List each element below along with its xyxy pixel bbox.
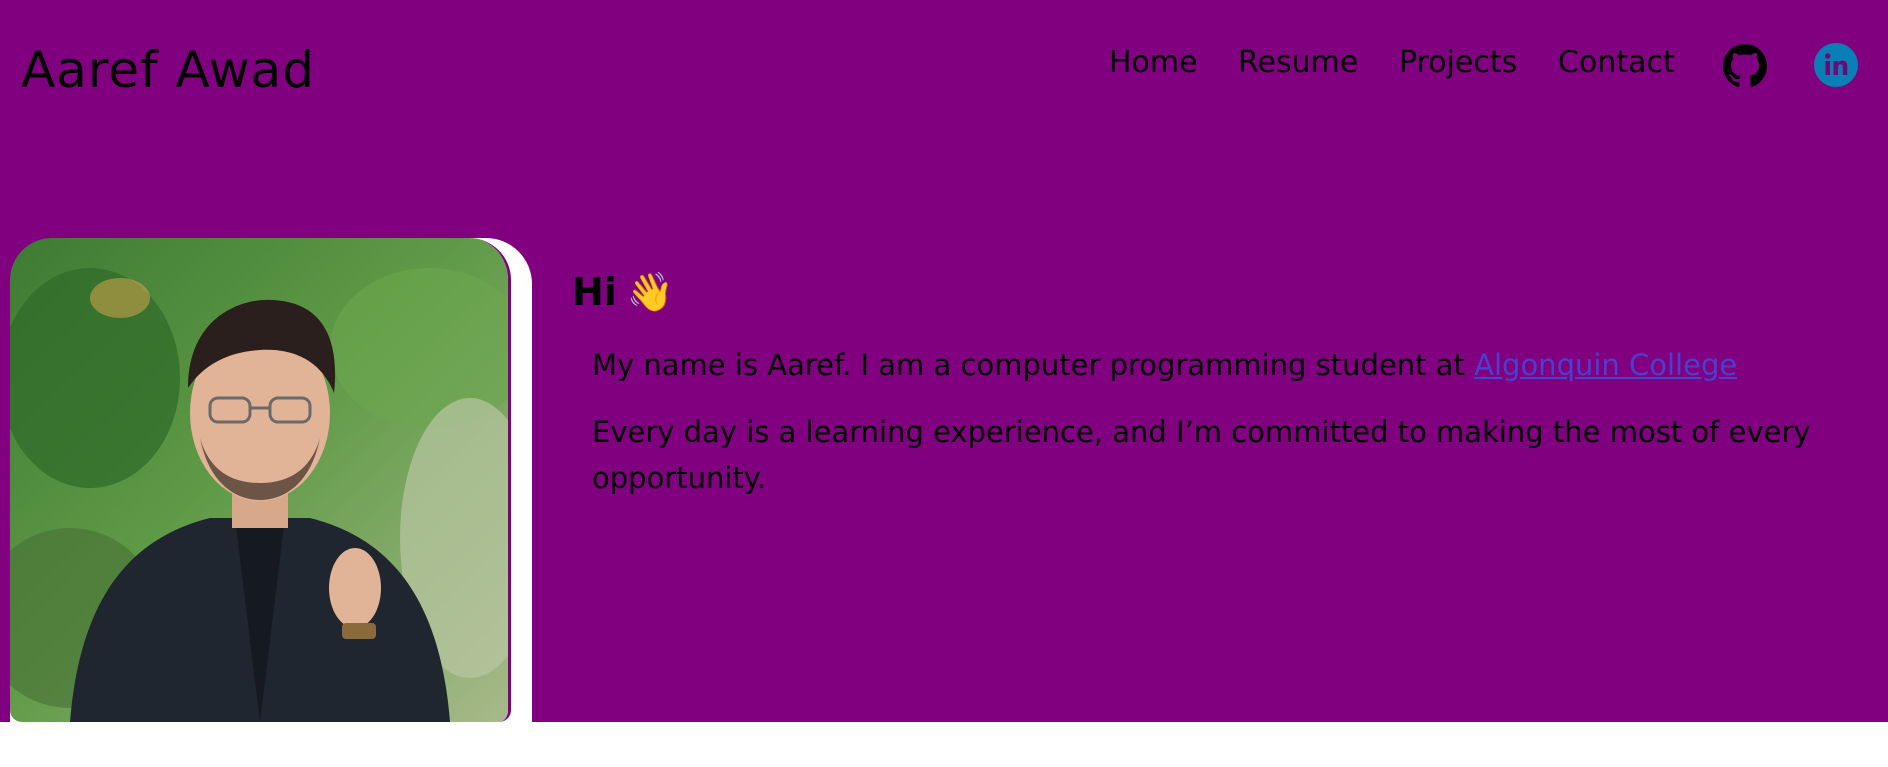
intro-paragraph: My name is Aaref. I am a computer progra… — [592, 342, 1862, 388]
linkedin-icon[interactable] — [1814, 43, 1858, 87]
site-name: Aaref Awad — [21, 41, 316, 99]
nav-resume-link[interactable]: Resume — [1238, 40, 1358, 86]
waving-hand-icon: 👋 — [626, 270, 675, 314]
greeting-text: Hi — [572, 270, 617, 314]
algonquin-college-link[interactable]: Algonquin College — [1474, 348, 1737, 382]
nav-home-link[interactable]: Home — [1109, 40, 1198, 86]
intro-text: My name is Aaref. I am a computer progra… — [592, 348, 1475, 382]
github-icon[interactable] — [1723, 44, 1767, 88]
greeting-heading: Hi 👋 — [572, 268, 674, 316]
nav-contact-link[interactable]: Contact — [1558, 40, 1675, 86]
nav-projects-link[interactable]: Projects — [1399, 40, 1517, 86]
profile-photo — [10, 238, 511, 722]
learning-paragraph: Every day is a learning experience, and … — [592, 415, 1811, 495]
